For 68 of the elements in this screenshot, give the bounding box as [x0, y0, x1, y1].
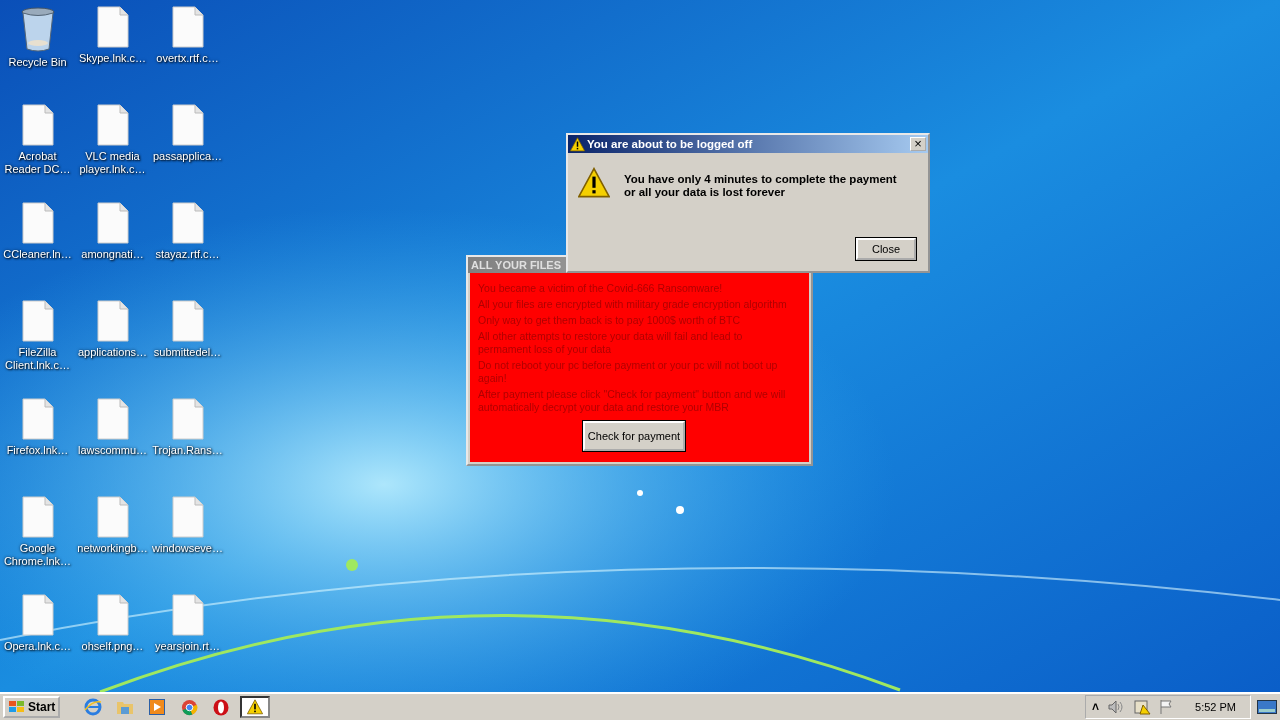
ransom-text: After payment please click "Check for payment" button and we will automatically decrypt your data and restore your MBR [478, 388, 787, 414]
dialog-title: You are about to be logged off [587, 138, 754, 150]
file-icon [171, 398, 204, 440]
volume-icon[interactable] [1107, 700, 1126, 714]
globe-e-icon [84, 698, 103, 716]
desktop-icon-label[interactable]: stayaz.rtf.c… [150, 248, 225, 261]
desktop-icon-label[interactable]: Opera.lnk.c… [0, 640, 75, 653]
close-button[interactable]: × [910, 137, 926, 151]
desktop-icon-label[interactable]: ohself.png… [75, 640, 150, 653]
ransom-text: All other attempts to restore your data will fail and lead to permament loss of your data [478, 330, 744, 356]
file-icon [96, 202, 129, 244]
desktop-icon-label[interactable]: Skype.lnk.c… [75, 52, 150, 65]
chrome-icon [180, 698, 198, 716]
desktop-icon-label[interactable]: Google Chrome.lnk… [0, 542, 75, 568]
check-payment-button[interactable]: Check for payment [583, 421, 685, 451]
desktop-icon-label[interactable]: Recycle Bin [0, 56, 75, 69]
desktop-icon-label[interactable]: Acrobat Reader DC… [0, 150, 75, 176]
file-icon [96, 104, 129, 146]
warning-icon [570, 136, 585, 152]
recycle-bin-icon [20, 6, 55, 52]
desktop-icon-label[interactable]: submittedel… [150, 346, 225, 359]
file-icon [96, 594, 129, 636]
file-icon [96, 398, 129, 440]
desktop-icon-label[interactable]: yearsjoin.rt… [150, 640, 225, 653]
ransom-text: Only way to get them back is to pay 1000$ worth of BTC [478, 314, 742, 327]
opera-icon [213, 698, 230, 716]
file-icon [21, 300, 54, 342]
file-icon [21, 398, 54, 440]
network-warning-icon[interactable] [1133, 699, 1152, 715]
file-icon [171, 104, 204, 146]
file-icon [96, 496, 129, 538]
close-button[interactable]: Close [856, 238, 916, 260]
desktop-icon-label[interactable]: applications… [75, 346, 150, 359]
ransom-text: All your files are encrypted with military grade encryption algorithm [478, 298, 788, 311]
show-desktop-icon[interactable] [1257, 700, 1277, 714]
warning-icon [247, 699, 264, 715]
desktop-icon-label[interactable]: passapplica… [150, 150, 225, 163]
file-icon [171, 202, 204, 244]
media-player-icon [149, 699, 166, 715]
start-button[interactable]: Start [3, 696, 61, 718]
desktop-icon-label[interactable]: overtx.rtf.c… [150, 52, 225, 65]
file-icon [96, 6, 129, 48]
show-hidden-icons[interactable]: ˄ [1092, 700, 1100, 714]
desktop-icon-label[interactable]: Firefox.lnk… [0, 444, 75, 457]
windows-flag-icon [8, 700, 26, 714]
folder-icon [116, 699, 135, 715]
desktop-icon-label[interactable]: amongnati… [75, 248, 150, 261]
file-icon [21, 594, 54, 636]
ransom-text: Do not reboot your pc before payment or your pc will not boot up again! [478, 359, 779, 385]
desktop-icon-label[interactable]: networkingb… [75, 542, 150, 555]
dialog-message: You have only 4 minutes to complete the payment or all your data is lost forever [624, 173, 898, 199]
file-icon [21, 202, 54, 244]
desktop-icon-label[interactable]: VLC media player.lnk.c… [75, 150, 150, 176]
file-icon [171, 496, 204, 538]
file-icon [171, 6, 204, 48]
desktop-icon-label[interactable]: lawscommu… [75, 444, 150, 457]
file-icon [171, 300, 204, 342]
warning-icon [578, 167, 610, 199]
file-icon [21, 104, 54, 146]
desktop-icon-label[interactable]: CCleaner.ln… [0, 248, 75, 261]
flag-icon[interactable] [1159, 699, 1174, 715]
file-icon [21, 496, 54, 538]
ransom-text: You became a victim of the Covid-666 Ransomware! [478, 282, 724, 295]
file-icon [96, 300, 129, 342]
file-icon [171, 594, 204, 636]
clock[interactable]: 5:52 PM [1195, 701, 1236, 713]
desktop-icon-label[interactable]: FileZilla Client.lnk.c… [0, 346, 75, 372]
taskbar-app-button[interactable] [240, 696, 271, 718]
